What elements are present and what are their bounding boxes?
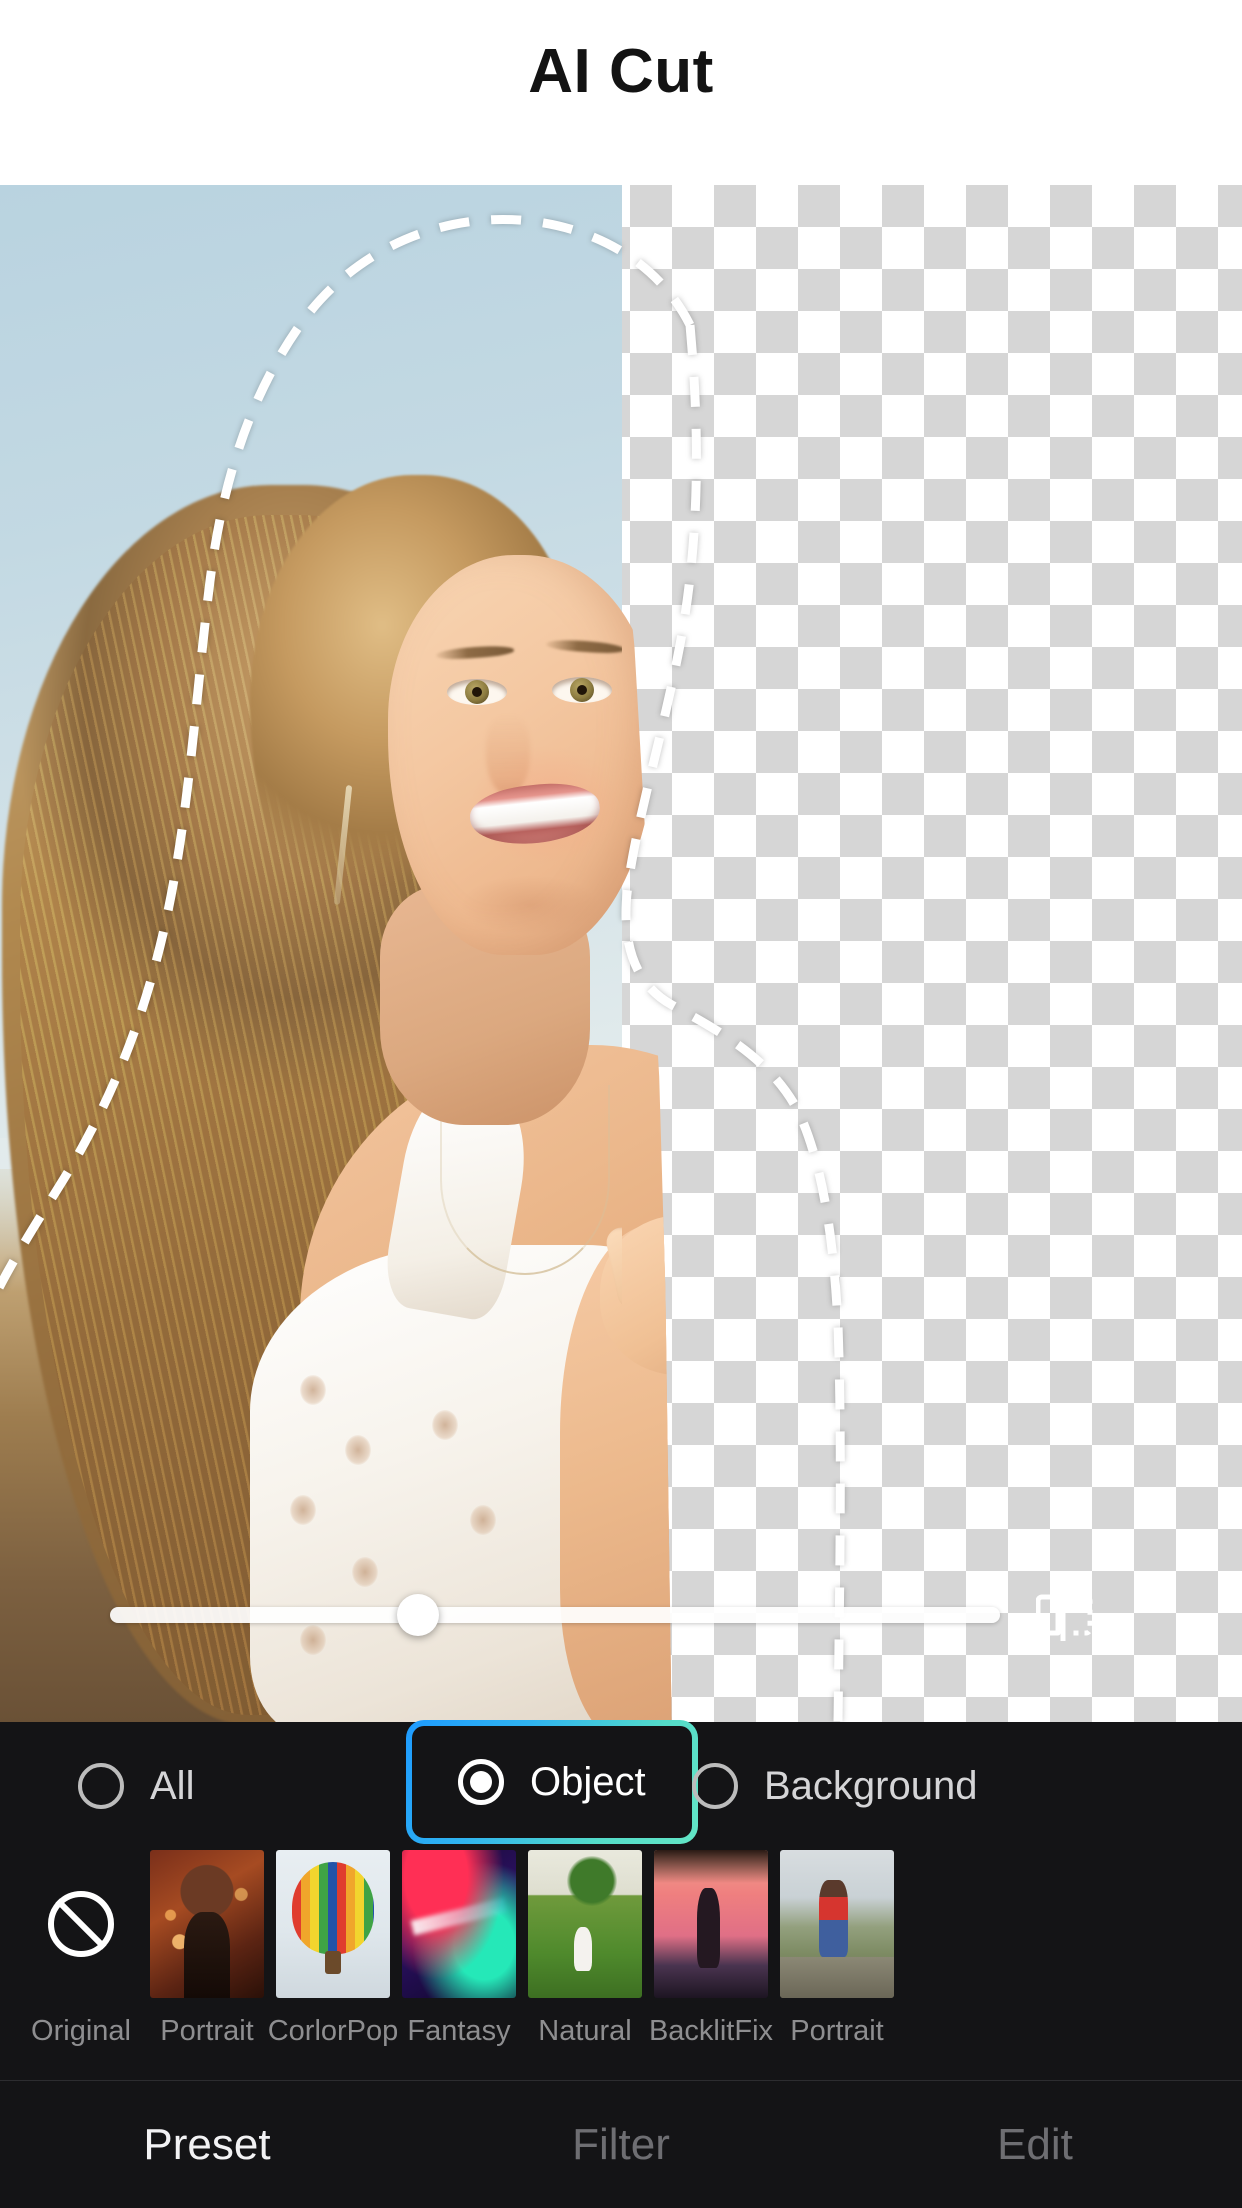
preset-item-fantasy[interactable]: Fantasy	[396, 1850, 522, 2046]
slider-track[interactable]	[110, 1607, 1000, 1623]
radio-checked-icon[interactable]	[458, 1759, 504, 1805]
preset-label: Portrait	[160, 2015, 254, 2047]
preset-item-portrait-2[interactable]: Portrait	[774, 1850, 900, 2046]
preset-label: Portrait	[790, 2015, 884, 2047]
no-effect-slash-icon	[48, 1891, 114, 1957]
preset-item-corlorpop[interactable]: CorlorPop	[267, 1850, 399, 2047]
compare-slider[interactable]	[0, 1570, 1242, 1660]
tab-filter[interactable]: Filter	[414, 2122, 828, 2167]
photo-image	[0, 185, 622, 1722]
radio-unchecked-icon[interactable]	[692, 1763, 738, 1809]
slider-thumb[interactable]	[397, 1594, 439, 1636]
radio-unchecked-icon[interactable]	[78, 1763, 124, 1809]
preset-thumb-portrait[interactable]	[150, 1850, 264, 1998]
preset-label: Fantasy	[407, 2015, 511, 2047]
mode-option-background[interactable]: Background	[658, 1732, 1011, 1840]
subject-pupil	[577, 685, 587, 695]
dress-eyelet	[300, 1375, 326, 1405]
preset-strip[interactable]: Original Portrait CorlorPop Fantasy Natu…	[0, 1850, 1242, 2080]
subject-pupil	[472, 687, 482, 697]
preset-item-natural[interactable]: Natural	[522, 1850, 648, 2046]
original-photo-region	[0, 185, 622, 1722]
mode-option-object[interactable]: Object	[406, 1720, 698, 1844]
preset-label: CorlorPop	[267, 2015, 399, 2047]
dress-eyelet	[470, 1505, 496, 1535]
subject-nose	[486, 715, 530, 795]
ai-cut-app: AI Cut All Object Background Original Po…	[0, 0, 1242, 2208]
preset-thumb-corlorpop[interactable]	[276, 1850, 390, 1998]
tab-preset[interactable]: Preset	[0, 2122, 414, 2167]
preset-item-portrait-1[interactable]: Portrait	[144, 1850, 270, 2046]
preset-thumb-original[interactable]	[24, 1850, 138, 1998]
preset-thumb-fantasy[interactable]	[402, 1850, 516, 1998]
photo-canvas[interactable]	[0, 185, 1242, 1722]
dress-eyelet	[345, 1435, 371, 1465]
preset-label: Original	[31, 2015, 131, 2047]
preset-item-original[interactable]: Original	[18, 1850, 144, 2046]
mode-label-all: All	[150, 1764, 195, 1808]
bottom-panel: All Object Background Original Portrait …	[0, 1722, 1242, 2208]
mode-selector: All Object Background	[0, 1722, 1242, 1850]
subject-eye	[447, 679, 507, 705]
preset-label: BacklitFix	[648, 2015, 774, 2047]
bottom-tab-bar: Preset Filter Edit	[0, 2080, 1242, 2208]
subject-eye	[552, 677, 612, 703]
app-header: AI Cut	[0, 0, 1242, 185]
preset-thumb-portrait-2[interactable]	[780, 1850, 894, 1998]
preset-label: Natural	[538, 2015, 632, 2047]
subject-chin-shadow	[460, 875, 600, 935]
mode-option-all[interactable]: All	[44, 1732, 228, 1840]
mode-label-background: Background	[764, 1764, 978, 1808]
tab-edit[interactable]: Edit	[828, 2122, 1242, 2167]
preset-item-backlitfix[interactable]: BacklitFix	[648, 1850, 774, 2046]
preset-thumb-natural[interactable]	[528, 1850, 642, 1998]
dress-eyelet	[290, 1495, 316, 1525]
compare-split-icon[interactable]	[1036, 1585, 1094, 1645]
dress-eyelet	[432, 1410, 458, 1440]
mode-label-object: Object	[530, 1760, 646, 1804]
page-title: AI Cut	[528, 36, 714, 106]
preset-thumb-backlitfix[interactable]	[654, 1850, 768, 1998]
